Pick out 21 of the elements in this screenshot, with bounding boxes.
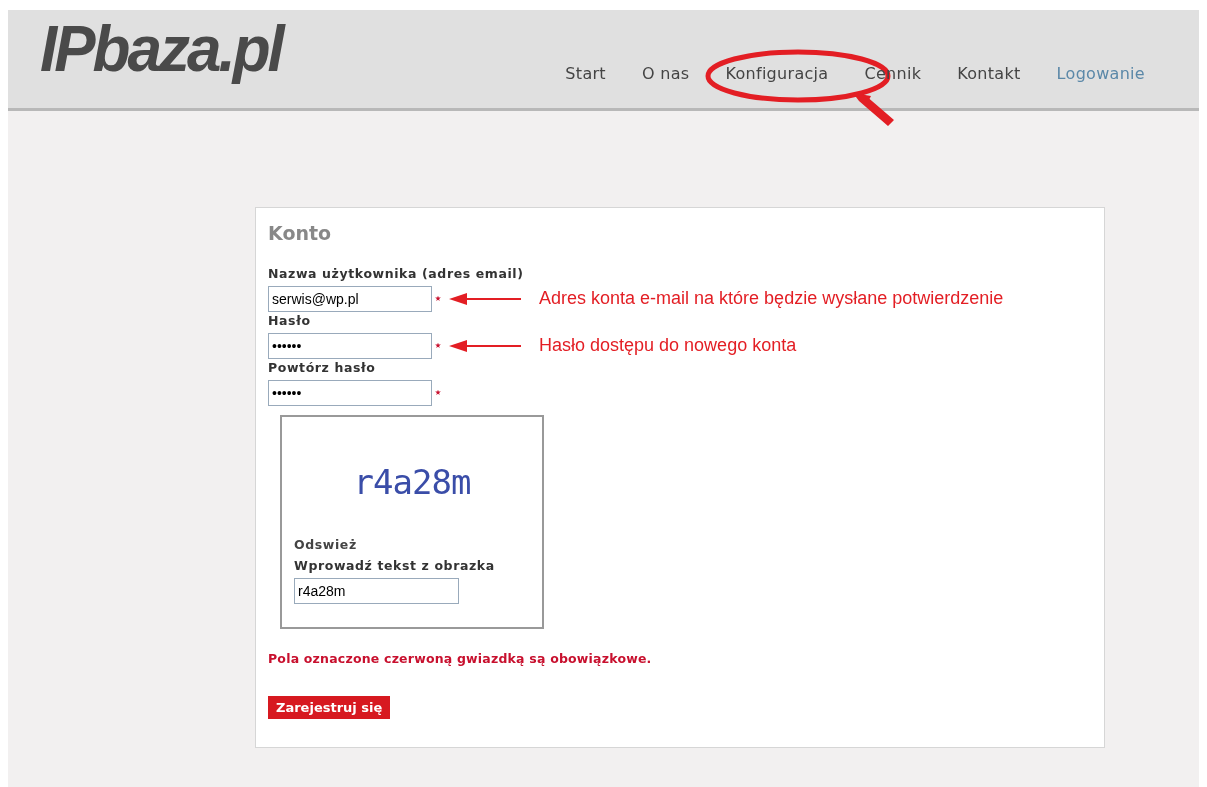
input-field[interactable]: serwis@wp.pl xyxy=(268,285,432,312)
register-button[interactable]: Zarejestruj się xyxy=(268,696,391,719)
form-title: Konto xyxy=(268,222,333,244)
captcha-image: r4a28m xyxy=(352,461,472,504)
arrow-icon xyxy=(449,292,521,305)
arrow-icon xyxy=(449,339,521,352)
field-label: Nazwa użytkownika (adres email) xyxy=(268,266,525,281)
required-fields-note: Pola oznaczone czerwoną gwiazdką są obowiązkowe. xyxy=(268,651,653,666)
input-field[interactable]: •••••• xyxy=(268,379,432,406)
field-label: Wprowadź tekst z obrazka xyxy=(294,558,496,573)
input-field[interactable]: •••••• xyxy=(268,332,432,359)
field-label: Hasło xyxy=(268,313,312,328)
field-label: Powtórz hasło xyxy=(268,360,377,375)
nav-link[interactable]: Kontakt xyxy=(939,64,1039,83)
annotation-text: Hasło dostępu do nowego konta xyxy=(539,335,797,356)
nav-link[interactable]: Start xyxy=(547,64,624,83)
refresh-link[interactable]: Odswież xyxy=(294,537,530,552)
input-field[interactable]: r4a28m xyxy=(294,578,459,604)
site-logo[interactable]: IPbaza.pl xyxy=(40,16,282,82)
annotation-text: Adres konta e-mail na które będzie wysłane potwierdzenie xyxy=(539,288,1004,309)
nav-link[interactable]: O nas xyxy=(623,64,708,83)
